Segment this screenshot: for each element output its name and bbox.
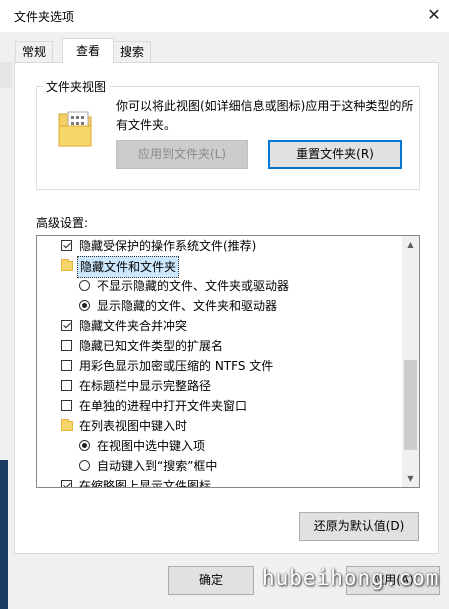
checkbox-unchecked-icon[interactable]	[61, 400, 72, 411]
checkbox-unchecked-icon[interactable]	[61, 360, 72, 371]
radio-checked-icon[interactable]	[79, 300, 90, 311]
background-window-edge	[0, 460, 8, 609]
apply-to-folders-button[interactable]: 应用到文件夹(L)	[116, 140, 248, 169]
list-item[interactable]: 在列表视图中键入时	[37, 416, 403, 436]
list-item[interactable]: 在单独的进程中打开文件夹窗口	[37, 396, 403, 416]
list-item-label: 自动键入到“搜索”框中	[97, 459, 218, 473]
list-item-label: 隐藏文件和文件夹	[77, 256, 180, 278]
list-item[interactable]: 隐藏受保护的操作系统文件(推荐)	[37, 236, 403, 256]
list-item-label: 不显示隐藏的文件、文件夹或驱动器	[97, 279, 290, 293]
restore-defaults-button[interactable]: 还原为默认值(D)	[299, 512, 419, 541]
list-item-label: 在视图中选中键入项	[97, 439, 206, 453]
list-item-label: 在单独的进程中打开文件夹窗口	[79, 399, 248, 413]
list-item[interactable]: 在缩略图上显示文件图标	[37, 476, 403, 488]
close-icon[interactable]: ✕	[420, 2, 448, 28]
list-item[interactable]: 不显示隐藏的文件、文件夹或驱动器	[37, 276, 403, 296]
list-item[interactable]: 在视图中选中键入项	[37, 436, 403, 456]
window-title: 文件夹选项	[14, 10, 75, 24]
title-bar: 文件夹选项 ✕	[0, 0, 449, 32]
radio-unchecked-icon[interactable]	[79, 280, 90, 291]
folder-view-icon	[58, 111, 92, 147]
list-item[interactable]: 隐藏已知文件类型的扩展名	[37, 336, 403, 356]
ok-button[interactable]: 确定	[168, 566, 254, 595]
tab-general[interactable]: 常规	[15, 41, 54, 62]
list-item[interactable]: 显示隐藏的文件、文件夹和驱动器	[37, 296, 403, 316]
scroll-down-arrow-icon[interactable]: ▼	[402, 470, 419, 487]
folder-views-description: 你可以将此视图(如详细信息或图标)应用于这种类型的所有文件夹。	[116, 99, 414, 132]
checkbox-unchecked-icon[interactable]	[61, 340, 72, 351]
checkbox-unchecked-icon[interactable]	[61, 380, 72, 391]
list-item-label: 显示隐藏的文件、文件夹和驱动器	[97, 299, 278, 313]
list-item[interactable]: 在标题栏中显示完整路径	[37, 376, 403, 396]
scrollbar-thumb[interactable]	[404, 360, 417, 450]
checkbox-checked-icon[interactable]	[61, 480, 72, 487]
radio-checked-icon[interactable]	[79, 440, 90, 451]
folder-views-legend: 文件夹视图	[43, 78, 110, 95]
list-item-label: 在缩略图上显示文件图标	[79, 479, 212, 488]
tab-view[interactable]: 查看	[62, 38, 114, 63]
list-item-label: 在列表视图中键入时	[79, 419, 188, 433]
list-item-label: 用彩色显示加密或压缩的 NTFS 文件	[79, 359, 274, 373]
list-item-label: 隐藏文件夹合并冲突	[79, 319, 188, 333]
advanced-settings-label: 高级设置:	[36, 216, 89, 230]
folder-icon	[61, 419, 73, 431]
tab-search[interactable]: 搜索	[113, 41, 152, 62]
list-item[interactable]: 用彩色显示加密或压缩的 NTFS 文件	[37, 356, 403, 376]
vertical-scrollbar[interactable]: ▲ ▼	[402, 236, 419, 487]
list-item[interactable]: 隐藏文件和文件夹	[37, 256, 403, 278]
scroll-up-arrow-icon[interactable]: ▲	[402, 236, 419, 253]
advanced-settings-list[interactable]: 隐藏受保护的操作系统文件(推荐) 隐藏文件和文件夹 不显示隐藏的文件、文件夹或驱…	[36, 235, 420, 488]
radio-unchecked-icon[interactable]	[79, 460, 90, 471]
list-item-label: 隐藏已知文件类型的扩展名	[79, 339, 224, 353]
list-item[interactable]: 自动键入到“搜索”框中	[37, 456, 403, 476]
checkbox-checked-icon[interactable]	[61, 320, 72, 331]
list-item-label: 在标题栏中显示完整路径	[79, 379, 212, 393]
background-window-edge	[0, 62, 12, 88]
checkbox-checked-icon[interactable]	[61, 240, 72, 251]
reset-folders-button[interactable]: 重置文件夹(R)	[268, 140, 402, 169]
watermark: hubeihong.com	[262, 566, 440, 590]
list-item[interactable]: 隐藏文件夹合并冲突	[37, 316, 403, 336]
folder-icon	[61, 259, 73, 271]
list-item-label: 隐藏受保护的操作系统文件(推荐)	[79, 239, 257, 253]
